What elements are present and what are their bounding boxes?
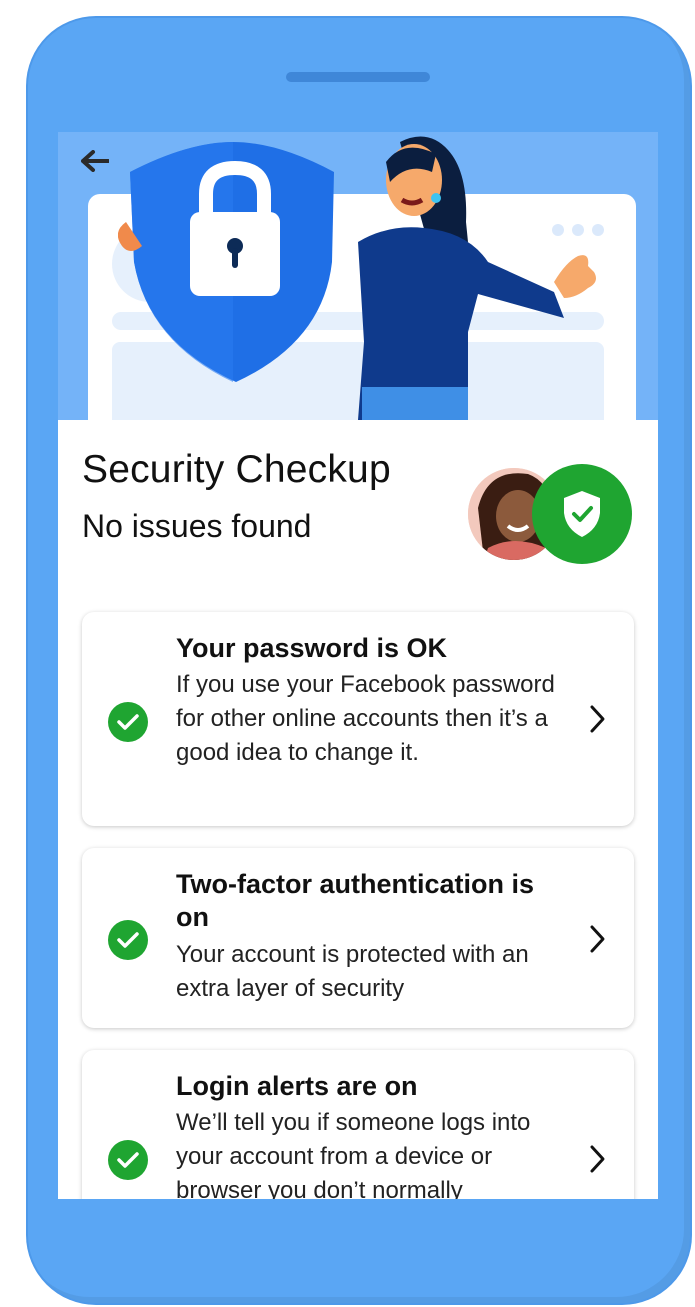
- chevron-right-icon: [590, 925, 605, 953]
- phone-frame: Security Checkup No issues found Your pa…: [28, 18, 690, 1303]
- item-description: Your account is protected with an extra …: [176, 941, 529, 1002]
- item-description: If you use your Facebook password for ot…: [176, 671, 555, 766]
- security-item-two-factor[interactable]: Two-factor authentication is on Your acc…: [82, 848, 634, 1028]
- security-status-badge: [532, 464, 632, 564]
- security-item-password[interactable]: Your password is OK If you use your Face…: [82, 612, 634, 826]
- check-circle-icon: [108, 702, 148, 742]
- shield-lock-icon: [118, 142, 334, 382]
- item-title: Two-factor authentication is on: [176, 869, 535, 932]
- item-title: Login alerts are on: [176, 1071, 418, 1101]
- phone-speaker: [286, 72, 430, 82]
- chevron-right-icon: [590, 1145, 605, 1173]
- back-button[interactable]: [78, 144, 112, 178]
- page-title: Security Checkup: [82, 448, 391, 491]
- shield-check-icon: [564, 491, 600, 537]
- app-screen: Security Checkup No issues found Your pa…: [58, 132, 658, 1199]
- arrow-left-icon: [81, 150, 109, 172]
- check-circle-icon: [108, 920, 148, 960]
- security-item-login-alerts[interactable]: Login alerts are on We’ll tell you if so…: [82, 1050, 634, 1199]
- chevron-right-icon: [590, 705, 605, 733]
- person-illustration: [358, 136, 596, 420]
- page-subtitle: No issues found: [82, 508, 312, 544]
- hero-illustration: [58, 132, 658, 420]
- item-description: We’ll tell you if someone logs into your…: [176, 1109, 531, 1199]
- check-circle-icon: [108, 1140, 148, 1180]
- item-title: Your password is OK: [176, 633, 448, 663]
